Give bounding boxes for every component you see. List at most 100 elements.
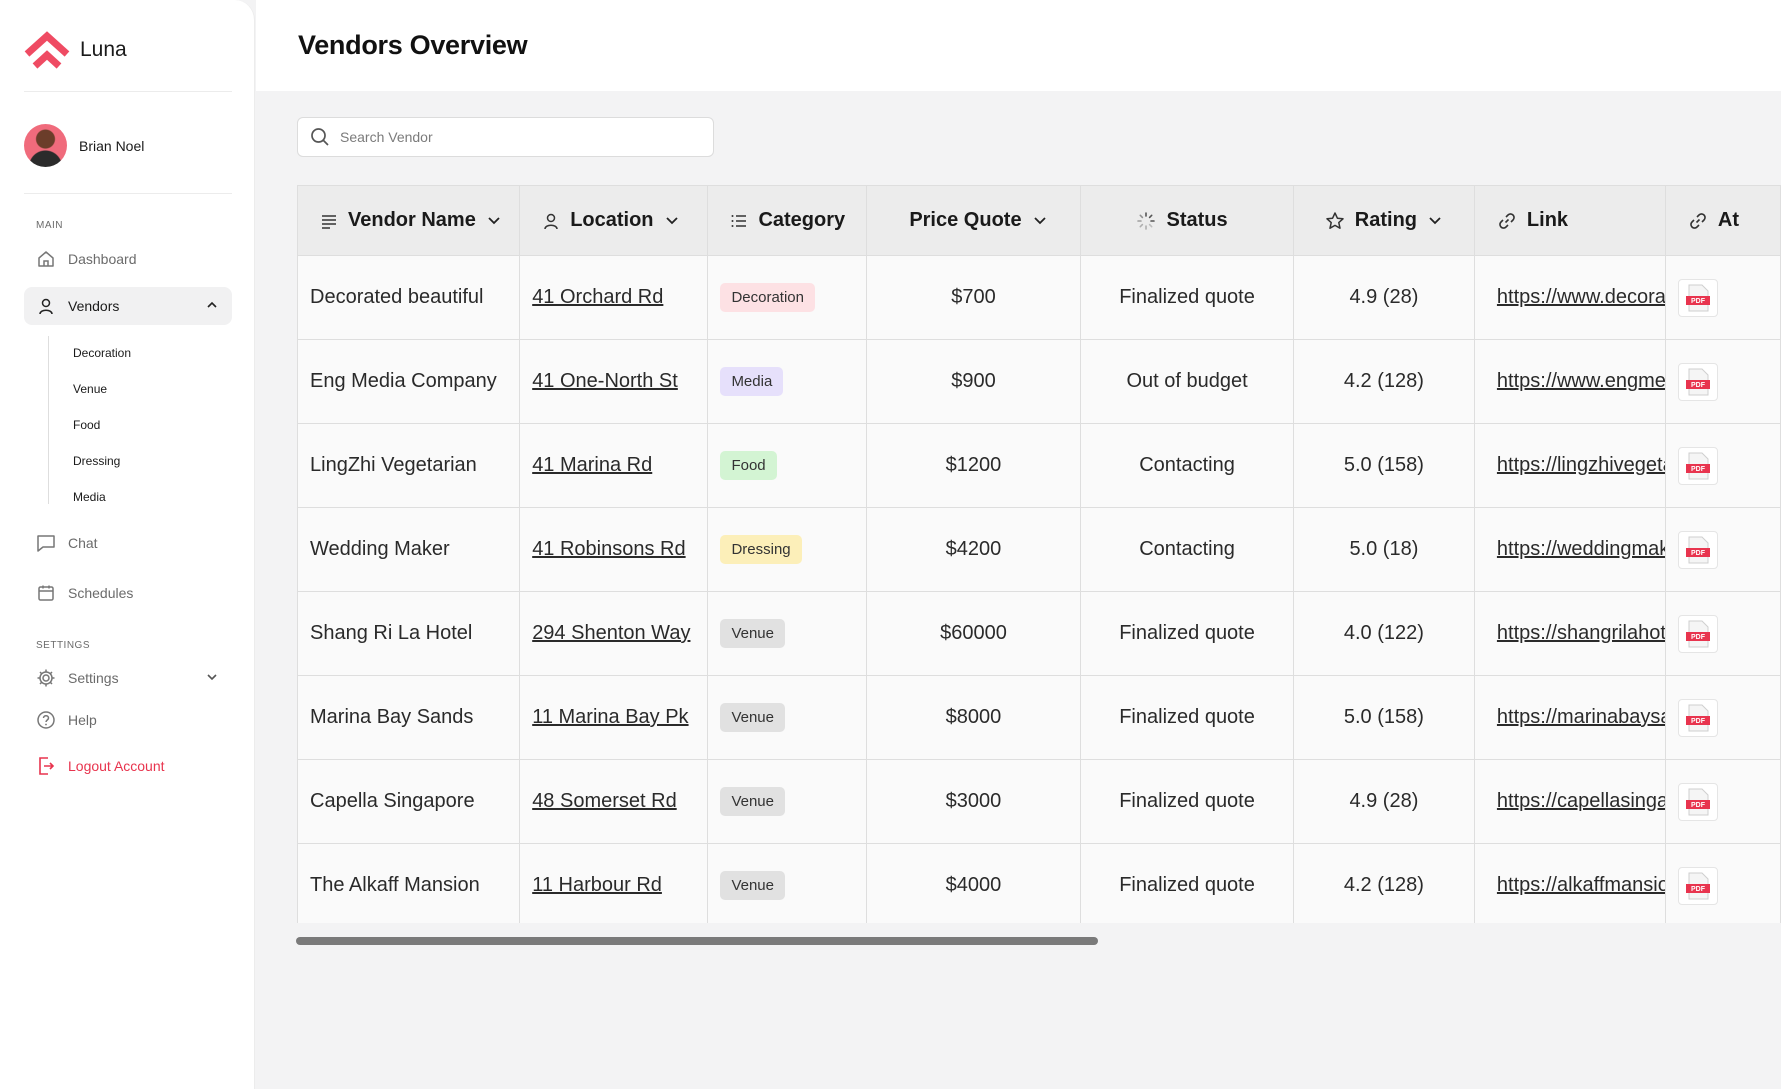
col-category[interactable]: Category xyxy=(707,185,867,256)
cell-attachment[interactable]: PDF xyxy=(1664,507,1781,592)
vendors-table-container[interactable]: Vendor Name Location Category Price Quot… xyxy=(297,185,1781,923)
cell-attachment[interactable]: PDF xyxy=(1664,423,1781,508)
cell-location-link[interactable]: 41 Marina Rd xyxy=(519,423,709,508)
search-input[interactable] xyxy=(340,129,700,145)
nav-chat-label: Chat xyxy=(68,535,98,551)
svg-text:PDF: PDF xyxy=(1691,550,1706,557)
cell-attachment[interactable]: PDF xyxy=(1664,339,1781,424)
table-row[interactable]: Wedding Maker 41 Robinsons Rd Dressing $420… xyxy=(297,507,1781,592)
cell-status: Contacting xyxy=(1080,507,1294,592)
cell-website-link[interactable]: https://www.decorated xyxy=(1473,255,1666,340)
search-icon xyxy=(311,128,329,146)
cell-website-link[interactable]: https://www.engmedia xyxy=(1473,339,1666,424)
cell-attachment[interactable]: PDF xyxy=(1664,591,1781,676)
cell-website-link[interactable]: https://capellasingapore xyxy=(1473,759,1666,844)
nav-dashboard[interactable]: Dashboard xyxy=(24,240,232,278)
pdf-file-icon[interactable]: PDF xyxy=(1677,278,1718,317)
category-chip: Venue xyxy=(720,619,785,648)
cell-location-link[interactable]: 41 Robinsons Rd xyxy=(519,507,709,592)
col-location[interactable]: Location xyxy=(519,185,709,256)
nav-chat[interactable]: Chat xyxy=(24,524,232,562)
cell-location-link[interactable]: 41 Orchard Rd xyxy=(519,255,709,340)
cell-attachment[interactable]: PDF xyxy=(1664,255,1781,340)
cell-status: Contacting xyxy=(1080,423,1294,508)
pdf-file-icon[interactable]: PDF xyxy=(1677,614,1718,653)
cell-attachment[interactable]: PDF xyxy=(1664,759,1781,844)
cell-rating: 4.2 (128) xyxy=(1292,339,1475,424)
brand[interactable]: Luna xyxy=(24,30,127,70)
chevron-up-icon[interactable] xyxy=(206,299,218,311)
cell-website-link[interactable]: https://marinabaysands xyxy=(1473,675,1666,760)
cell-rating: 4.0 (122) xyxy=(1292,591,1475,676)
nav-vendors[interactable]: Vendors xyxy=(24,287,232,325)
page-title: Vendors Overview xyxy=(298,30,528,60)
cell-price-quote: $700 xyxy=(865,255,1082,340)
table-row[interactable]: The Alkaff Mansion 11 Harbour Rd Venue $400… xyxy=(297,843,1781,923)
cell-location-link[interactable]: 294 Shenton Way xyxy=(519,591,709,676)
col-attachment[interactable]: At xyxy=(1664,185,1781,256)
cell-attachment[interactable]: PDF xyxy=(1664,675,1781,760)
pdf-file-icon[interactable]: PDF xyxy=(1677,362,1718,401)
nav-help[interactable]: Help xyxy=(24,701,232,739)
table-row[interactable]: Shang Ri La Hotel 294 Shenton Way Venue $60… xyxy=(297,591,1781,676)
cell-category: Venue xyxy=(707,591,867,676)
loader-icon xyxy=(1137,211,1156,230)
cell-attachment[interactable]: PDF xyxy=(1664,843,1781,923)
chevron-down-icon[interactable] xyxy=(206,671,218,683)
cell-category: Food xyxy=(707,423,867,508)
user-profile[interactable]: Brian Noel xyxy=(24,124,144,167)
cell-location-link[interactable]: 11 Marina Bay Pk xyxy=(519,675,709,760)
subnav-venue[interactable]: Venue xyxy=(73,382,107,396)
nav-logout-label: Logout Account xyxy=(68,758,165,774)
divider xyxy=(24,193,232,194)
pdf-file-icon[interactable]: PDF xyxy=(1677,866,1718,905)
col-link[interactable]: Link xyxy=(1473,185,1666,256)
table-row[interactable]: Marina Bay Sands 11 Marina Bay Pk Venue $80… xyxy=(297,675,1781,760)
col-price-quote[interactable]: Price Quote xyxy=(865,185,1082,256)
cell-price-quote: $4200 xyxy=(865,507,1082,592)
col-vendor-name[interactable]: Vendor Name xyxy=(297,185,521,256)
category-chip: Venue xyxy=(720,703,785,732)
cell-website-link[interactable]: https://shangrilahotel xyxy=(1473,591,1666,676)
table-row[interactable]: Decorated beautiful 41 Orchard Rd Decorati… xyxy=(297,255,1781,340)
gear-icon xyxy=(36,668,56,688)
cell-location-link[interactable]: 48 Somerset Rd xyxy=(519,759,709,844)
nav-logout[interactable]: Logout Account xyxy=(24,747,232,785)
luna-logo-icon xyxy=(24,31,70,69)
cell-category: Venue xyxy=(707,843,867,923)
subnav-decoration[interactable]: Decoration xyxy=(73,346,131,360)
pdf-file-icon[interactable]: PDF xyxy=(1677,782,1718,821)
cell-price-quote: $3000 xyxy=(865,759,1082,844)
subnav-media[interactable]: Media xyxy=(73,490,106,504)
table-row[interactable]: Eng Media Company 41 One-North St Media $90… xyxy=(297,339,1781,424)
col-status[interactable]: Status xyxy=(1080,185,1294,256)
nav-schedules[interactable]: Schedules xyxy=(24,574,232,612)
table-row[interactable]: LingZhi Vegetarian 41 Marina Rd Food $1200 C… xyxy=(297,423,1781,508)
subnav-food[interactable]: Food xyxy=(73,418,100,432)
text-lines-icon xyxy=(322,214,336,229)
category-chip: Dressing xyxy=(720,535,802,564)
cell-rating: 4.9 (28) xyxy=(1292,759,1475,844)
chevron-down-icon[interactable] xyxy=(1427,213,1443,229)
cell-website-link[interactable]: https://lingzhivegetarian xyxy=(1473,423,1666,508)
chevron-down-icon[interactable] xyxy=(1032,213,1048,229)
pdf-file-icon[interactable]: PDF xyxy=(1677,698,1718,737)
subnav-dressing[interactable]: Dressing xyxy=(73,454,120,468)
pdf-file-icon[interactable]: PDF xyxy=(1677,530,1718,569)
user-name: Brian Noel xyxy=(79,137,145,154)
col-rating[interactable]: Rating xyxy=(1292,185,1475,256)
cell-price-quote: $900 xyxy=(865,339,1082,424)
cell-location-link[interactable]: 41 One-North St xyxy=(519,339,709,424)
cell-website-link[interactable]: https://weddingmaker xyxy=(1473,507,1666,592)
nav-settings[interactable]: Settings xyxy=(24,659,232,697)
chevron-down-icon[interactable] xyxy=(486,213,502,229)
search-box[interactable] xyxy=(297,117,714,157)
pdf-file-icon[interactable]: PDF xyxy=(1677,446,1718,485)
cell-location-link[interactable]: 11 Harbour Rd xyxy=(519,843,709,923)
table-row[interactable]: Capella Singapore 48 Somerset Rd Venue $300… xyxy=(297,759,1781,844)
category-chip: Media xyxy=(720,367,784,396)
chevron-down-icon[interactable] xyxy=(664,213,680,229)
horizontal-scrollbar[interactable] xyxy=(296,937,1098,945)
cell-website-link[interactable]: https://alkaffmansion xyxy=(1473,843,1666,923)
sidebar: Luna Brian Noel MAIN Dashboard Vendors D… xyxy=(0,0,255,1089)
